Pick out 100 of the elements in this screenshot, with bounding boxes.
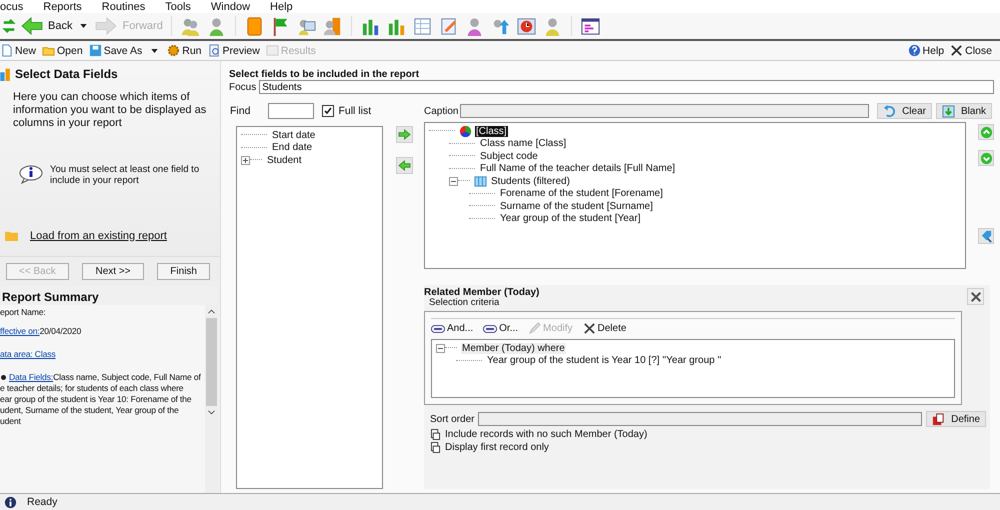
menu-item[interactable]: Help — [270, 0, 293, 12]
tree-item[interactable]: Year group of the student [Year] — [499, 213, 642, 224]
scrollbar-thumb[interactable] — [206, 318, 217, 406]
tree-item[interactable]: Member (Today) where — [461, 342, 566, 354]
tree-item[interactable]: [Class] — [475, 126, 508, 137]
tree-item[interactable]: Full Name of the teacher details [Full Name] — [479, 163, 676, 174]
move-up-button[interactable] — [978, 124, 994, 140]
and-operator-icon — [431, 324, 445, 332]
collapse-toggle-icon[interactable] — [436, 344, 445, 353]
blank-button[interactable]: Blank — [936, 103, 992, 119]
sort-order-field[interactable] — [478, 412, 922, 426]
table-icon — [474, 174, 487, 188]
summary-text: udent — [0, 416, 22, 426]
criteria-action-button[interactable]: Or... — [483, 322, 518, 335]
back-button[interactable]: Back — [21, 17, 72, 35]
summary-text: eport Name: — [0, 306, 46, 318]
wizard-button[interactable]: Finish — [157, 262, 210, 280]
toolbar-button[interactable]: Save As — [88, 44, 142, 57]
dropdown-caret-icon[interactable] — [80, 24, 88, 28]
section-heading: Select fields to be included in the report — [229, 69, 420, 80]
info-icon — [4, 496, 17, 508]
remove-arrow-button[interactable] — [396, 157, 412, 174]
toolbar-button[interactable]: Run — [167, 44, 202, 57]
scroll-down-icon[interactable] — [208, 410, 215, 414]
menu-item[interactable]: Reports — [43, 0, 82, 12]
checkbox[interactable] — [322, 105, 334, 117]
find-field[interactable] — [268, 103, 314, 119]
tree-item[interactable]: Class name [Class] — [479, 138, 568, 150]
toolbar-button[interactable]: New — [0, 44, 36, 57]
tree-item[interactable]: Student — [266, 154, 302, 166]
menu-item[interactable]: Window — [210, 0, 250, 12]
field-label: Find — [230, 105, 250, 117]
tree-item[interactable]: Students (filtered) — [490, 176, 571, 187]
right-arrow-icon — [95, 17, 118, 35]
tag-icon — [980, 230, 992, 242]
tree-item[interactable]: Start date — [271, 130, 316, 141]
help-button[interactable]: Help — [908, 44, 944, 57]
tree-item[interactable]: Forename of the student [Forename] — [499, 188, 664, 200]
wizard-description: Here you can choose which items of information you want to be displayed as columns in your report — [13, 91, 208, 130]
table-icon — [266, 44, 279, 57]
summary-text: udent, Surname of the student, Year group of the — [0, 404, 180, 416]
menu-item[interactable]: Tools — [165, 0, 191, 12]
left-arrow-icon — [21, 17, 43, 35]
down-chevron-icon — [980, 152, 992, 164]
close-icon — [950, 44, 964, 57]
expand-toggle-icon[interactable] — [241, 156, 250, 165]
menu-item[interactable]: Routines — [102, 0, 146, 12]
wizard-title: Select Data Fields — [15, 67, 118, 81]
tree-item[interactable]: Year group of the student is Year 10 [?] ''Year group '' — [486, 355, 722, 366]
panel-title: Related Member (Today) — [424, 288, 540, 298]
clear-button[interactable]: Clear — [877, 103, 932, 119]
collapse-toggle-icon[interactable] — [449, 176, 458, 186]
criteria-action-button[interactable]: And... — [431, 322, 474, 335]
focus-field[interactable]: Students — [259, 80, 994, 94]
window-icon[interactable] — [580, 16, 601, 36]
summary-link[interactable]: ata area: Class — [0, 348, 56, 360]
tree-item[interactable]: Subject code — [479, 150, 539, 162]
tree-item[interactable]: Surname of the student [Surname] — [499, 200, 654, 212]
close-button[interactable]: Close — [950, 44, 992, 57]
swap-arrows-icon[interactable] — [2, 17, 16, 35]
spreadsheet-icon[interactable] — [412, 16, 433, 36]
toolbar-button[interactable]: Preview — [208, 44, 260, 57]
or-operator-icon — [483, 324, 498, 332]
caption-field[interactable] — [460, 104, 870, 118]
summary-link[interactable]: Data Fields: — [9, 372, 54, 382]
scroll-up-icon[interactable] — [208, 308, 215, 314]
summary-link[interactable]: ffective on: — [0, 326, 40, 336]
panel-subtitle: Selection criteria — [428, 298, 500, 307]
add-arrow-button[interactable] — [396, 126, 412, 143]
field-label: Caption — [424, 106, 458, 116]
gear-icon — [167, 44, 180, 57]
criteria-action-button[interactable]: Delete — [582, 322, 626, 335]
define-button[interactable]: Define — [926, 411, 986, 427]
status-text: Ready — [27, 496, 58, 508]
color-wheel-icon — [459, 124, 472, 138]
delete-icon — [582, 322, 596, 335]
summary-text: 20/04/2020 — [40, 326, 82, 336]
pencil-icon — [528, 322, 542, 335]
scrollbar[interactable] — [205, 304, 218, 493]
tag-button[interactable] — [978, 228, 994, 244]
folder-icon — [5, 230, 18, 241]
document-icon — [431, 442, 440, 453]
close-icon — [970, 290, 982, 302]
bullet-icon — [1, 374, 6, 380]
summary-text: e teacher details; for students of each class where — [0, 382, 184, 394]
undo-arrow-icon — [883, 104, 896, 118]
right-arrow-icon — [398, 129, 410, 140]
bar-chart-icon — [0, 67, 11, 81]
tree-item[interactable]: End date — [271, 142, 314, 154]
document-icon — [431, 429, 440, 440]
dropdown-caret-icon[interactable] — [151, 48, 158, 52]
clock-icon[interactable] — [516, 16, 537, 36]
remove-button[interactable] — [967, 288, 984, 305]
move-down-button[interactable] — [978, 150, 994, 166]
wizard-button[interactable]: Next >> — [82, 262, 144, 280]
toolbar-button[interactable]: Open — [42, 44, 83, 57]
info-message: You must select at least one field to include in your report — [50, 164, 200, 186]
menu-item[interactable]: ocus — [0, 0, 24, 12]
load-report-link[interactable]: Load from an existing report — [30, 230, 167, 242]
option-label: Display first record only — [445, 442, 549, 453]
